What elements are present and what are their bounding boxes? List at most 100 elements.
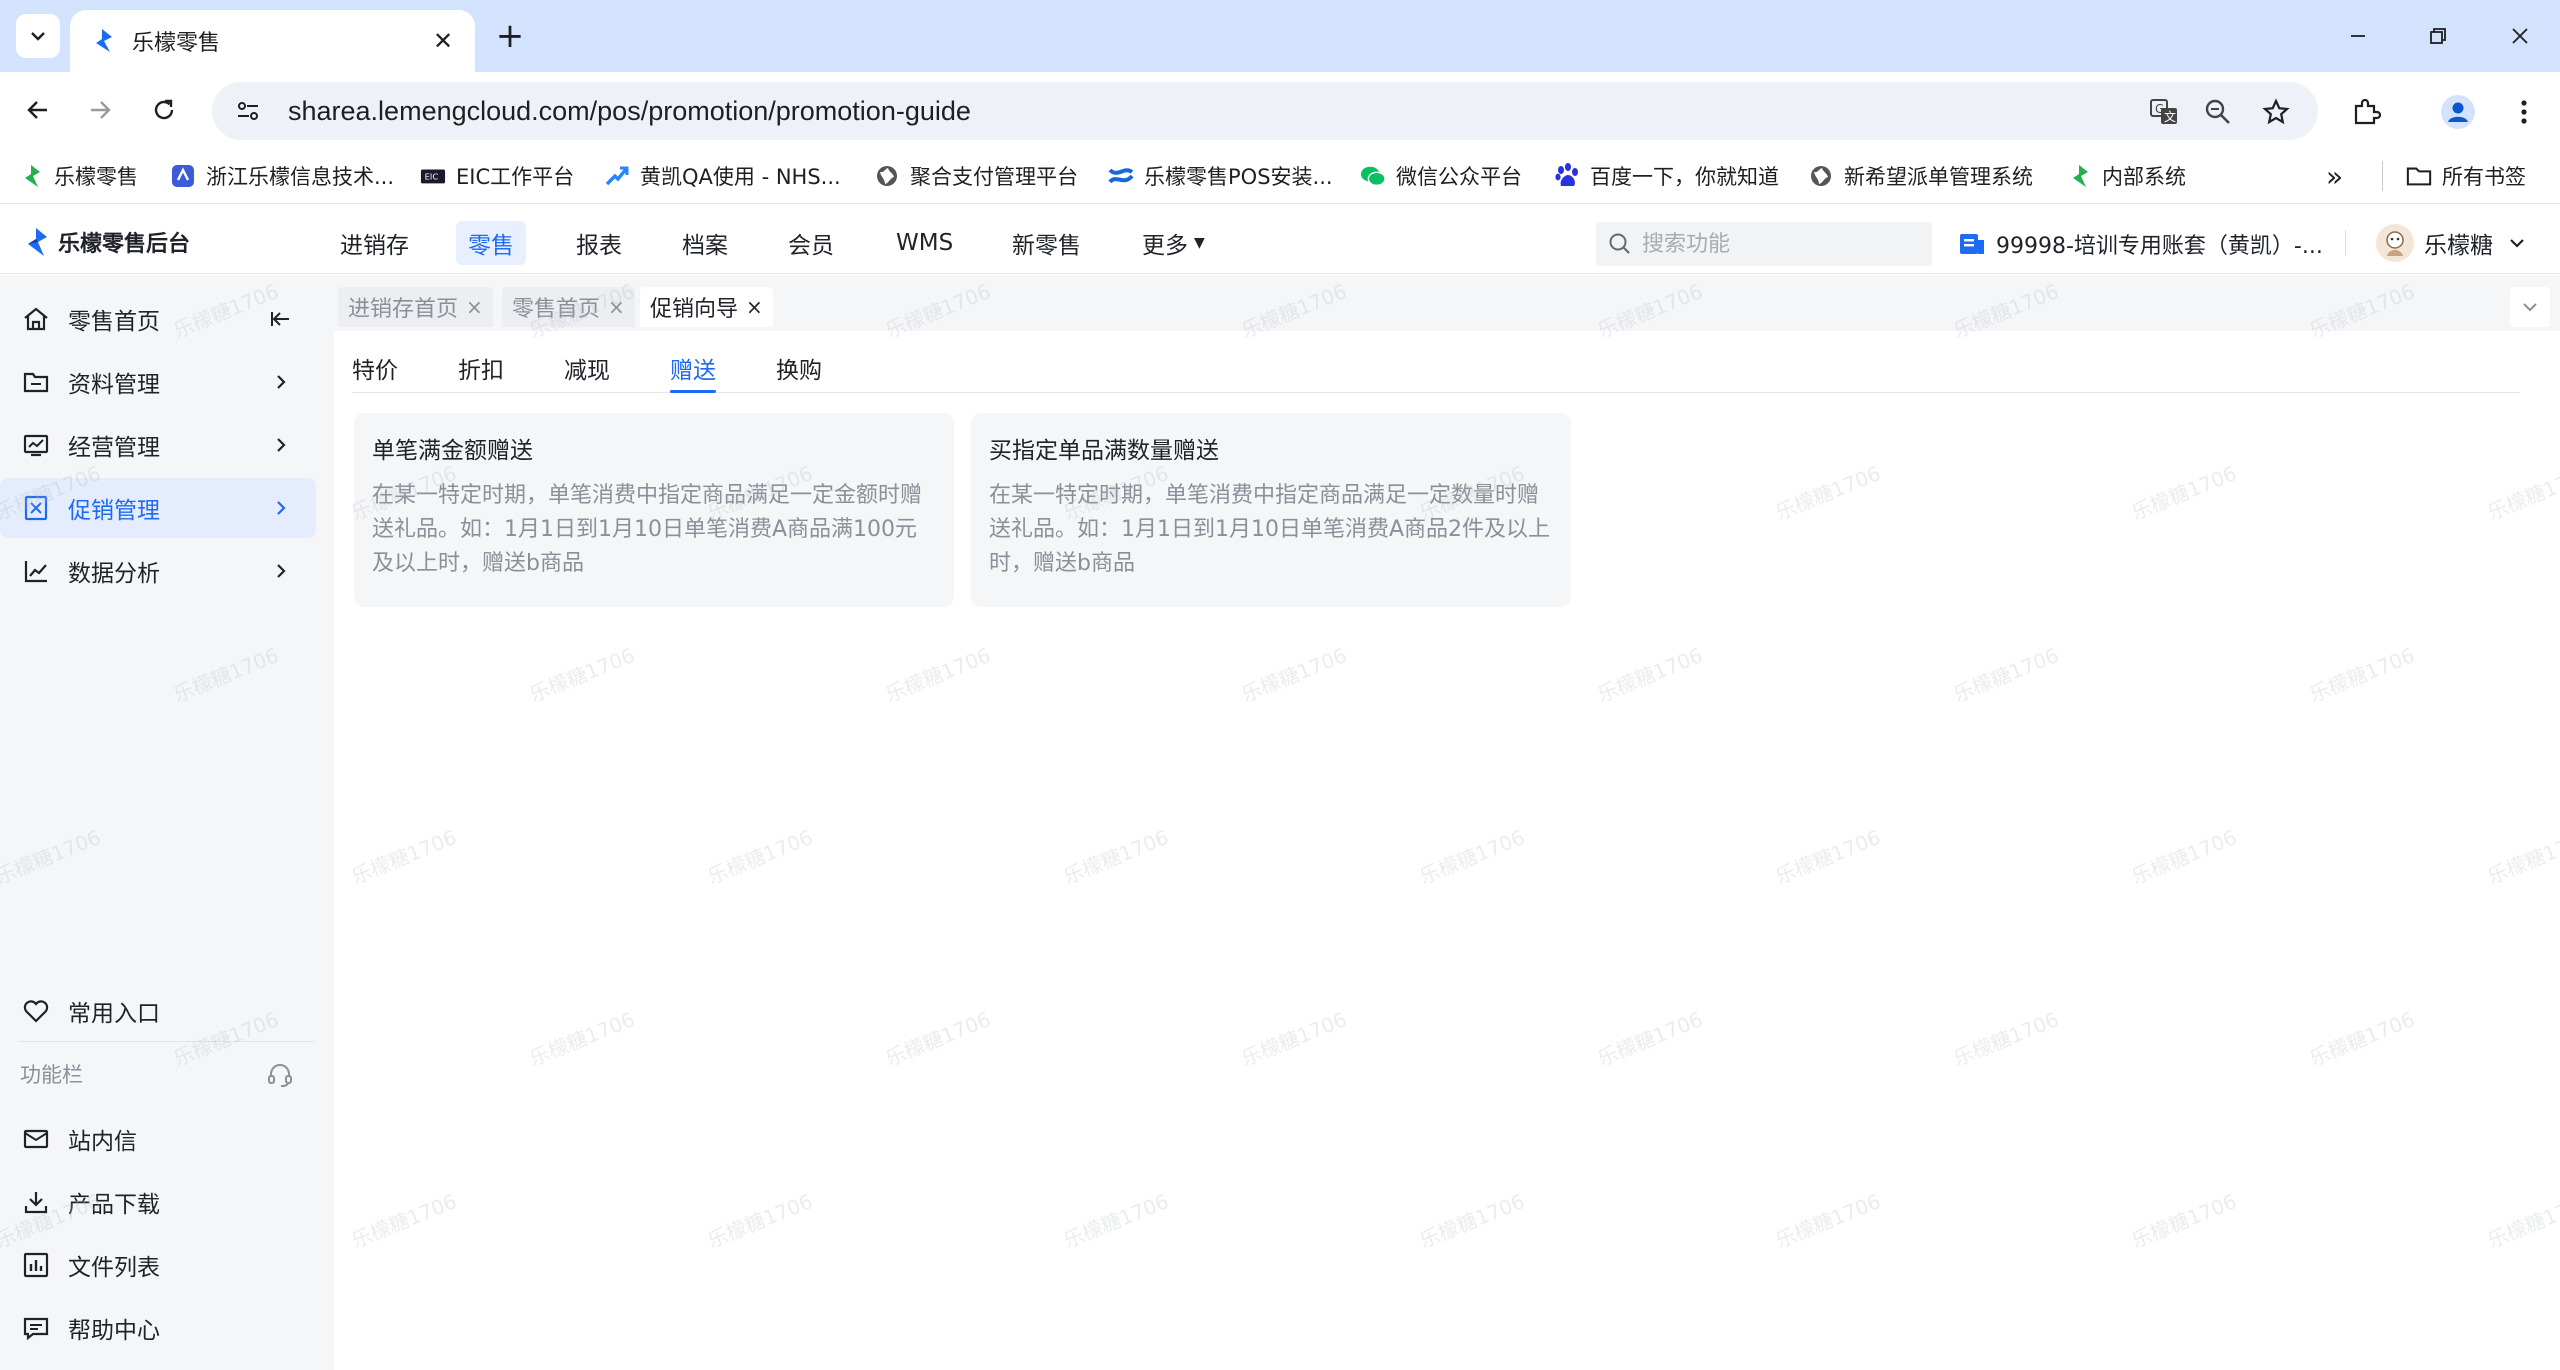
headset-icon <box>264 1059 296 1091</box>
nav-more[interactable]: 更多 ▼ <box>1130 221 1217 265</box>
nav-wms[interactable]: WMS <box>884 221 965 265</box>
user-menu[interactable]: 乐檬糖 <box>2376 222 2527 264</box>
bookmark-label: 聚合支付管理平台 <box>910 165 1078 189</box>
forward-button[interactable] <box>76 86 124 134</box>
account-name: 99998-培训专用账套（黄凯）-... <box>1996 234 2323 259</box>
nav-inventory[interactable]: 进销存 <box>328 221 421 265</box>
page-tab-promotion-guide[interactable]: 促销向导 × <box>640 287 773 327</box>
monitor-chart-icon <box>20 429 52 461</box>
close-tab-icon[interactable]: × <box>608 295 625 319</box>
sidebar-divider <box>18 1041 314 1042</box>
close-tab-icon[interactable]: ✕ <box>429 27 457 55</box>
minimize-button[interactable] <box>2328 14 2388 58</box>
tab-search-button[interactable] <box>16 14 60 58</box>
bookmark-label: 微信公众平台 <box>1396 165 1522 189</box>
brand-logo[interactable]: 乐檬零售后台 <box>22 226 190 258</box>
header-divider <box>2345 230 2346 256</box>
zoom-icon[interactable] <box>2196 90 2240 134</box>
help-chat-icon <box>20 1312 52 1344</box>
card-description: 在某一特定时期，单笔消费中指定商品满足一定金额时赠送礼品。如：1月1日到1月10… <box>372 483 923 576</box>
profile-icon[interactable] <box>2436 90 2480 134</box>
bookmark-item[interactable]: 内部系统 <box>2066 156 2186 196</box>
back-button[interactable] <box>14 86 62 134</box>
page-tab-retail-home[interactable]: 零售首页 × <box>502 287 635 327</box>
bookmark-item[interactable]: 黄凯QA使用 - NHS... <box>604 156 841 196</box>
nav-more-label: 更多 <box>1142 233 1188 259</box>
sidebar-item-operations[interactable]: 经营管理 <box>0 415 316 475</box>
confluence-icon <box>1108 163 1134 189</box>
tab-special-price[interactable]: 特价 <box>352 351 398 391</box>
sidebar-item-help[interactable]: 帮助中心 <box>0 1298 316 1358</box>
tab-cash-reduction[interactable]: 减现 <box>564 351 610 391</box>
sidebar-item-label: 经营管理 <box>68 435 160 461</box>
bookmark-item[interactable]: 百度一下，你就知道 <box>1554 156 1779 196</box>
home-icon <box>20 303 52 335</box>
sidebar-item-file-list[interactable]: 文件列表 <box>0 1235 316 1295</box>
address-bar[interactable]: sharea.lemengcloud.com/pos/promotion/pro… <box>212 82 2318 140</box>
page-tabs: 进销存首页 × 零售首页 × 促销向导 × <box>334 275 2560 331</box>
promotion-card-quantity-gift[interactable]: 买指定单品满数量赠送 在某一特定时期，单笔消费中指定商品满足一定数量时赠送礼品。… <box>971 413 1571 607</box>
nav-members[interactable]: 会员 <box>776 221 846 265</box>
translate-icon[interactable]: G文 <box>2142 90 2186 134</box>
reload-button[interactable] <box>140 86 188 134</box>
bookmark-item[interactable]: 乐檬零售 <box>18 156 138 196</box>
bookmarks-overflow-button[interactable]: » <box>2326 156 2343 196</box>
lemeng-logo-icon <box>2066 163 2092 189</box>
tab-exchange-purchase[interactable]: 换购 <box>776 351 822 391</box>
page-tabs-dropdown[interactable] <box>2510 287 2550 327</box>
search-input[interactable] <box>1642 231 1912 257</box>
sidebar-item-download[interactable]: 产品下载 <box>0 1172 316 1232</box>
globe-icon <box>1808 163 1834 189</box>
sidebar-item-label: 文件列表 <box>68 1255 160 1281</box>
restore-button[interactable] <box>2408 14 2468 58</box>
tab-gift[interactable]: 赠送 <box>670 351 716 393</box>
restore-icon <box>2430 28 2446 44</box>
tab-discount[interactable]: 折扣 <box>458 351 504 391</box>
nav-new-retail[interactable]: 新零售 <box>1000 221 1093 265</box>
close-tab-icon[interactable]: × <box>746 295 763 319</box>
mail-icon <box>20 1123 52 1155</box>
main-content: 特价 折扣 减现 赠送 换购 单笔满金额赠送 在某一特定时期，单笔消费中指定商品… <box>334 331 2560 1370</box>
sidebar-item-retail-home[interactable]: 零售首页 <box>0 289 316 349</box>
globe-icon <box>874 163 900 189</box>
sidebar-item-promotion[interactable]: 促销管理 <box>0 478 316 538</box>
jira-icon <box>604 163 630 189</box>
sidebar-item-data-management[interactable]: 资料管理 <box>0 352 316 412</box>
all-bookmarks-label: 所有书签 <box>2442 165 2526 189</box>
chevron-down-icon <box>2510 239 2524 248</box>
chevron-right-icon <box>268 432 294 458</box>
sidebar-item-favorites[interactable]: 常用入口 <box>0 981 316 1041</box>
collapse-sidebar-icon[interactable] <box>268 306 294 332</box>
customer-service-button[interactable] <box>250 1047 312 1103</box>
nav-reports[interactable]: 报表 <box>564 221 634 265</box>
wechat-icon <box>1360 163 1386 189</box>
reload-icon <box>154 99 174 120</box>
bookmark-item[interactable]: 新希望派单管理系统 <box>1808 156 2033 196</box>
new-tab-button[interactable]: + <box>488 14 532 58</box>
site-info-icon[interactable] <box>228 91 268 131</box>
bookmark-item[interactable]: 浙江乐檬信息技术... <box>170 156 394 196</box>
extensions-icon[interactable] <box>2344 90 2388 134</box>
page-tab-inventory-home[interactable]: 进销存首页 × <box>338 287 493 327</box>
close-window-button[interactable] <box>2490 14 2550 58</box>
bookmark-item[interactable]: 乐檬零售POS安装... <box>1108 156 1333 196</box>
nav-archive[interactable]: 档案 <box>670 221 740 265</box>
browser-tab[interactable]: 乐檬零售 ✕ <box>70 10 475 72</box>
function-search[interactable] <box>1596 222 1932 266</box>
baidu-icon <box>1554 163 1580 189</box>
sidebar-item-data-analysis[interactable]: 数据分析 <box>0 541 316 601</box>
app-header: 乐檬零售后台 进销存 零售 报表 档案 会员 WMS 新零售 更多 ▼ 9999… <box>0 212 2560 274</box>
bookmark-item[interactable]: EIC EIC工作平台 <box>420 156 574 196</box>
svg-text:文: 文 <box>2164 109 2176 124</box>
bookmark-star-icon[interactable] <box>2254 90 2298 134</box>
close-tab-icon[interactable]: × <box>466 295 483 319</box>
nav-retail[interactable]: 零售 <box>456 221 526 265</box>
folder-icon <box>20 366 52 398</box>
promotion-card-amount-gift[interactable]: 单笔满金额赠送 在某一特定时期，单笔消费中指定商品满足一定金额时赠送礼品。如：1… <box>354 413 954 607</box>
bookmark-item[interactable]: 聚合支付管理平台 <box>874 156 1078 196</box>
sidebar-item-messages[interactable]: 站内信 <box>0 1109 316 1169</box>
account-selector[interactable]: 99998-培训专用账套（黄凯）-... <box>1958 224 2323 264</box>
all-bookmarks-button[interactable]: 所有书签 <box>2406 156 2526 196</box>
browser-menu-icon[interactable] <box>2502 90 2546 134</box>
bookmark-item[interactable]: 微信公众平台 <box>1360 156 1522 196</box>
